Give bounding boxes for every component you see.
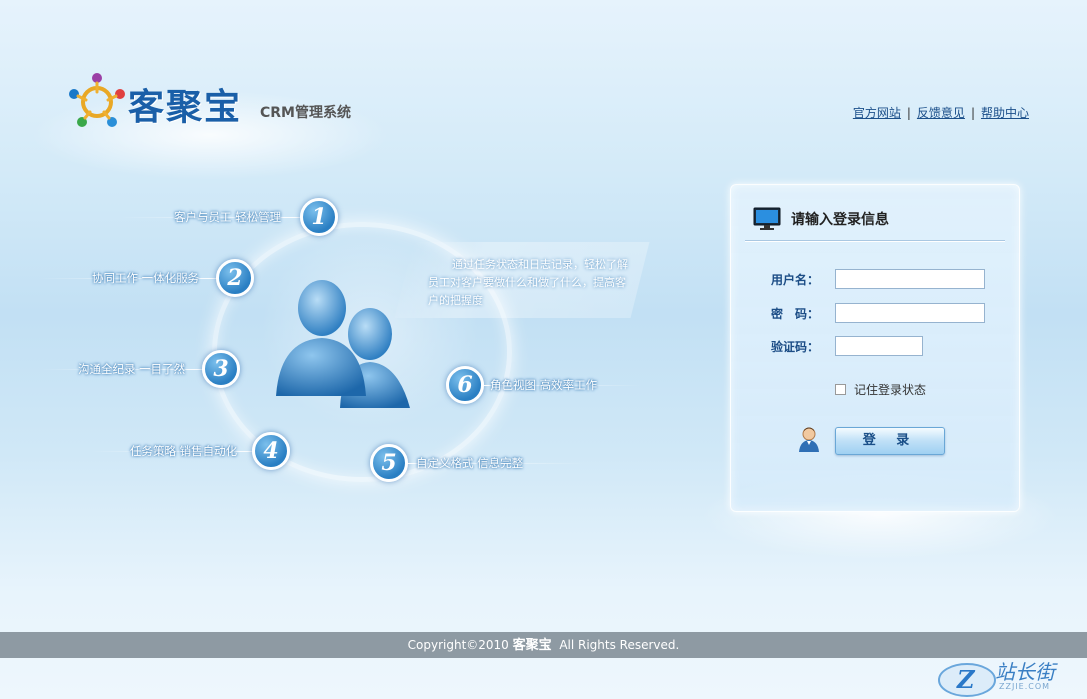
footer-brand: 客聚宝 — [512, 638, 552, 653]
top-links: 官方网站 | 反馈意见 | 帮助中心 — [853, 104, 1029, 121]
feature-number-badge: 4 — [252, 432, 290, 470]
feature-number-badge: 3 — [202, 350, 240, 388]
captcha-label: 验证码： — [771, 340, 820, 354]
feature-item: 6 角色视图 高效率工作 — [446, 366, 646, 406]
feature-item: 客户与员工 轻松管理 1 — [120, 198, 340, 238]
captcha-input[interactable] — [835, 336, 923, 356]
feature-label: 自定义格式 信息完整 — [416, 456, 524, 470]
monitor-icon — [753, 207, 781, 230]
feature-label: 沟通全纪录 一目了然 — [78, 362, 186, 376]
help-center-link[interactable]: 帮助中心 — [981, 106, 1029, 120]
brand-subtitle: CRM管理系统 — [260, 105, 351, 121]
feature-item: 任务策略 销售自动化 4 — [90, 432, 300, 472]
copyright-prefix: Copyright©2010 — [407, 638, 509, 652]
cloud-logo-icon: Z — [938, 663, 996, 697]
password-label: 密 码： — [771, 307, 820, 321]
footer: Copyright©2010 客聚宝 All Rights Reserved. — [0, 632, 1087, 658]
divider — [745, 240, 1005, 242]
feature-quote: 通过任务状态和日志记录，轻松了解员工对客户要做什么和做了什么，提高客户的把握度 — [428, 258, 628, 307]
watermark-text: 站长街 — [995, 660, 1055, 684]
feature-label: 任务策略 销售自动化 — [130, 444, 238, 458]
username-label: 用户名： — [771, 273, 820, 287]
feature-number-badge: 1 — [300, 198, 338, 236]
brand-name: 客聚宝 — [128, 87, 243, 128]
feature-item: 5 自定义格式 信息完整 — [370, 444, 590, 484]
feature-label: 协同工作 一体化服务 — [92, 271, 200, 285]
user-avatar-icon — [799, 427, 819, 452]
users-illustration-icon — [276, 280, 410, 408]
site-watermark: Z 站长街 ZZJIE.COM — [937, 654, 1077, 698]
login-button[interactable]: 登 录 — [835, 427, 945, 455]
feedback-link[interactable]: 反馈意见 — [917, 106, 965, 120]
remember-login-label: 记住登录状态 — [854, 383, 927, 397]
link-separator: | — [906, 106, 911, 120]
feature-number-badge: 2 — [216, 259, 254, 297]
checkbox-icon[interactable] — [835, 384, 846, 395]
app-logo: 客聚宝 CRM管理系统 — [68, 72, 368, 132]
password-input[interactable] — [835, 303, 985, 323]
copyright-suffix: All Rights Reserved. — [559, 638, 680, 652]
login-title: 请输入登录信息 — [791, 212, 889, 228]
remember-login-checkbox[interactable]: 记住登录状态 — [835, 381, 926, 398]
feature-number-badge: 6 — [446, 366, 484, 404]
feature-label: 角色视图 高效率工作 — [490, 378, 598, 392]
link-separator: | — [970, 106, 975, 120]
feature-item: 协同工作 一体化服务 2 — [40, 259, 260, 299]
feature-number-badge: 5 — [370, 444, 408, 482]
svg-text:Z: Z — [956, 665, 976, 694]
login-panel: 请输入登录信息 用户名： 密 码： 验证码： 记住登录状态 登 录 — [730, 184, 1020, 512]
watermark-domain: ZZJIE.COM — [999, 682, 1051, 691]
username-input[interactable] — [835, 269, 985, 289]
feature-item: 沟通全纪录 一目了然 3 — [40, 350, 250, 390]
logo-icon — [69, 73, 125, 127]
feature-label: 客户与员工 轻松管理 — [174, 210, 282, 224]
official-site-link[interactable]: 官方网站 — [853, 106, 901, 120]
